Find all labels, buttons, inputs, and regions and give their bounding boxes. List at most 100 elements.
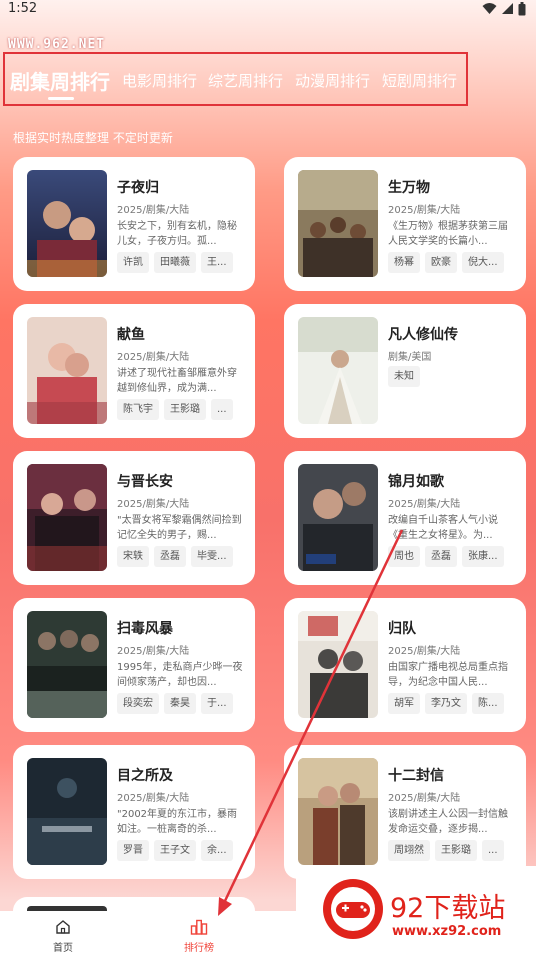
ranking-icon <box>190 919 208 935</box>
cast-tag: 田曦薇 <box>154 252 196 273</box>
drama-description: 1995年，走私商卢少晔一夜间倾家荡产，却也因... <box>117 662 243 688</box>
gamepad-logo-icon <box>323 879 383 939</box>
drama-title: 凡人修仙传 <box>388 327 458 343</box>
drama-card[interactable]: 十二封信 2025/剧集/大陆 该剧讲述主人公因一封信触发命运交叠，逐步揭...… <box>284 745 526 879</box>
cast-tag: 于... <box>201 693 233 714</box>
tab-short-drama-weekly[interactable]: 短剧周排行 <box>382 70 457 91</box>
drama-title: 十二封信 <box>388 768 444 784</box>
battery-icon <box>518 2 526 16</box>
drama-card[interactable]: 目之所及 2025/剧集/大陆 "2002年夏的东江市，暴雨如注。一桩离奇的杀.… <box>13 745 255 879</box>
drama-card[interactable]: 与晋长安 2025/剧集/大陆 "太晋女将军黎霜偶然间捡到记忆全失的男子，赐..… <box>13 451 255 585</box>
signal-icon <box>502 3 513 14</box>
nav-home[interactable]: 首页 <box>28 919 98 954</box>
drama-meta: 2025/剧集/大陆 <box>117 205 190 216</box>
drama-card[interactable]: 归队 2025/剧集/大陆 由国家广播电视总局重点指导，为纪念中国人民... 胡… <box>284 598 526 732</box>
nav-ranking[interactable]: 排行榜 <box>164 919 234 954</box>
drama-meta: 剧集/美国 <box>388 352 432 363</box>
nav-ranking-label: 排行榜 <box>184 943 214 954</box>
drama-poster <box>298 464 378 571</box>
drama-meta: 2025/剧集/大陆 <box>117 646 190 657</box>
cast-tag: 陈飞宇 <box>117 399 159 420</box>
cast-tag: 宋轶 <box>117 546 149 567</box>
drama-description: 改编自千山茶客人气小说《重生之女将星》。为... <box>388 515 498 541</box>
cast-tags: 杨幂 欧豪 倪大... <box>388 252 504 273</box>
cast-tags: 宋轶 丞磊 毕雯... <box>117 546 233 567</box>
cast-tags: 段奕宏 秦昊 于... <box>117 693 233 714</box>
cast-tag: 罗晋 <box>117 840 149 861</box>
tab-movie-weekly[interactable]: 电影周排行 <box>122 70 197 91</box>
cast-tag: 倪大... <box>462 252 504 273</box>
watermark-text: WWW.962.NET <box>8 37 106 52</box>
drama-poster <box>27 170 107 277</box>
drama-title: 子夜归 <box>117 180 159 196</box>
cast-tag: 胡军 <box>388 693 420 714</box>
active-tab-indicator <box>48 97 74 100</box>
drama-poster <box>27 317 107 424</box>
drama-title: 归队 <box>388 621 416 637</box>
status-icons <box>482 2 526 16</box>
drama-card[interactable]: 凡人修仙传 剧集/美国 未知 <box>284 304 526 438</box>
drama-meta: 2025/剧集/大陆 <box>388 205 461 216</box>
drama-card[interactable]: 献鱼 2025/剧集/大陆 讲述了现代社畜邹雁意外穿越到修仙界，成为满... 陈… <box>13 304 255 438</box>
cast-tag: ... <box>211 399 233 420</box>
drama-meta: 2025/剧集/大陆 <box>388 646 461 657</box>
drama-card[interactable]: 锦月如歌 2025/剧集/大陆 改编自千山茶客人气小说《重生之女将星》。为...… <box>284 451 526 585</box>
drama-title: 与晋长安 <box>117 474 173 490</box>
drama-description: "太晋女将军黎霜偶然间捡到记忆全失的男子，赐... <box>117 515 242 541</box>
cast-tag: ... <box>482 840 504 861</box>
cast-tag: 周也 <box>388 546 420 567</box>
drama-description: 讲述了现代社畜邹雁意外穿越到修仙界，成为满... <box>117 368 237 394</box>
drama-card[interactable]: 子夜归 2025/剧集/大陆 长安之下，别有玄机，隐秘儿女，子夜方归。孤... … <box>13 157 255 291</box>
drama-description: 由国家广播电视总局重点指导，为纪念中国人民... <box>388 662 508 688</box>
drama-title: 扫毒风暴 <box>117 621 173 637</box>
cast-tags: 罗晋 王子文 余... <box>117 840 233 861</box>
drama-poster <box>298 317 378 424</box>
drama-description: 长安之下，别有玄机，隐秘儿女，子夜方归。孤... <box>117 221 237 247</box>
drama-description: "2002年夏的东江市，暴雨如注。一桩离奇的杀... <box>117 809 238 835</box>
drama-title: 目之所及 <box>117 768 173 784</box>
cast-tags: 未知 <box>388 366 420 387</box>
site-logo-name: 92下载站 <box>390 893 506 924</box>
cast-tag: 李乃文 <box>425 693 467 714</box>
drama-poster <box>298 170 378 277</box>
cast-tag: 张康... <box>462 546 504 567</box>
drama-poster <box>298 758 378 865</box>
cast-tags: 周也 丞磊 张康... <box>388 546 504 567</box>
drama-title: 献鱼 <box>117 327 145 343</box>
cast-tag: 段奕宏 <box>117 693 159 714</box>
cast-tag: 陈... <box>472 693 504 714</box>
nav-home-label: 首页 <box>53 943 73 954</box>
tab-anime-weekly[interactable]: 动漫周排行 <box>295 70 370 91</box>
drama-meta: 2025/剧集/大陆 <box>388 499 461 510</box>
drama-poster <box>27 611 107 718</box>
tab-series-weekly[interactable]: 剧集周排行 <box>10 66 110 95</box>
drama-title: 生万物 <box>388 180 430 196</box>
cast-tag: 毕雯... <box>191 546 233 567</box>
status-bar: 1:52 <box>0 0 536 22</box>
drama-poster <box>27 464 107 571</box>
cast-tags: 胡军 李乃文 陈... <box>388 693 504 714</box>
cast-tag: 欧豪 <box>425 252 457 273</box>
cast-tag: 余... <box>201 840 233 861</box>
tab-variety-weekly[interactable]: 综艺周排行 <box>208 70 283 91</box>
cast-tag: 周翊然 <box>388 840 430 861</box>
ranking-subtitle: 根据实时热度整理 不定时更新 <box>13 131 173 145</box>
drama-meta: 2025/剧集/大陆 <box>117 793 190 804</box>
cast-tag: 王子文 <box>154 840 196 861</box>
drama-meta: 2025/剧集/大陆 <box>117 352 190 363</box>
cast-tag: 王影璐 <box>164 399 206 420</box>
drama-meta: 2025/剧集/大陆 <box>388 793 461 804</box>
drama-poster <box>27 758 107 865</box>
site-logo-url: www.xz92.com <box>392 924 502 939</box>
cast-tags: 许凯 田曦薇 王... <box>117 252 233 273</box>
drama-card[interactable]: 生万物 2025/剧集/大陆 《生万物》根据茅获第三届人民文学奖的长篇小... … <box>284 157 526 291</box>
cast-tags: 周翊然 王影璐 ... <box>388 840 504 861</box>
drama-description: 该剧讲述主人公因一封信触发命运交叠，逐步揭... <box>388 809 508 835</box>
drama-title: 锦月如歌 <box>388 474 444 490</box>
drama-card[interactable]: 扫毒风暴 2025/剧集/大陆 1995年，走私商卢少晔一夜间倾家荡产，却也因.… <box>13 598 255 732</box>
cast-tag: 未知 <box>388 366 420 387</box>
cast-tags: 陈飞宇 王影璐 ... <box>117 399 233 420</box>
drama-description: 《生万物》根据茅获第三届人民文学奖的长篇小... <box>388 221 508 247</box>
cast-tag: 王影璐 <box>435 840 477 861</box>
cast-tag: 杨幂 <box>388 252 420 273</box>
